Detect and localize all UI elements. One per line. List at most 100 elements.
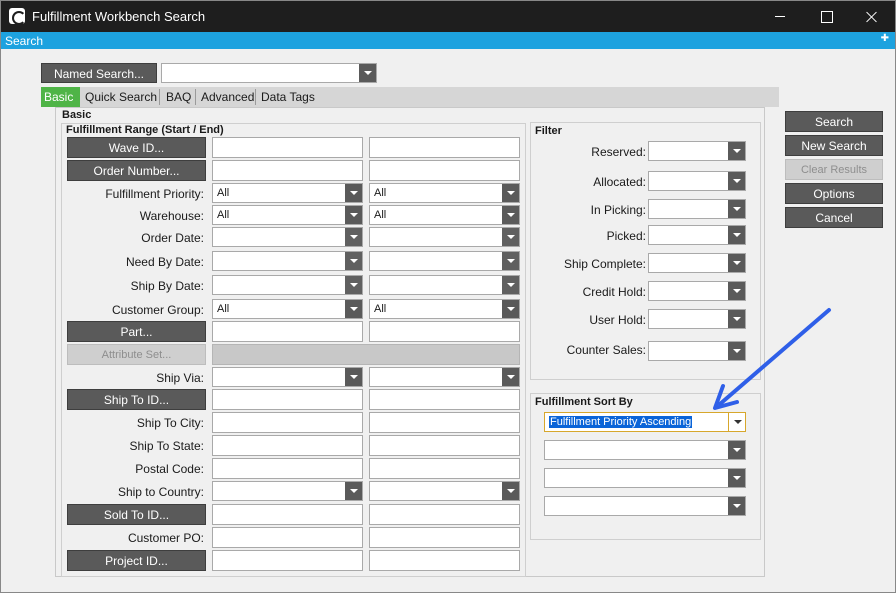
order-number-end-input[interactable]: [369, 160, 520, 181]
part-button[interactable]: Part...: [67, 321, 206, 342]
chevron-down-icon[interactable]: [345, 184, 362, 202]
order-date-end-picker[interactable]: [369, 227, 520, 247]
ship-to-id-start-input[interactable]: [212, 389, 363, 410]
ship-to-state-label: Ship To State:: [129, 439, 205, 453]
chevron-down-icon[interactable]: [345, 300, 362, 318]
sold-to-id-button[interactable]: Sold To ID...: [67, 504, 206, 525]
chevron-down-icon[interactable]: [502, 368, 519, 386]
customer-po-end-input[interactable]: [369, 527, 520, 548]
postal-code-end-input[interactable]: [369, 458, 520, 479]
tab-basic[interactable]: Basic: [41, 87, 80, 107]
chevron-down-icon[interactable]: [502, 300, 519, 318]
chevron-down-icon[interactable]: [502, 252, 519, 270]
postal-code-start-input[interactable]: [212, 458, 363, 479]
part-start-input[interactable]: [212, 321, 363, 342]
ship-to-state-end-input[interactable]: [369, 435, 520, 456]
customer-group-start-combo[interactable]: All: [212, 299, 363, 319]
chevron-down-icon[interactable]: [728, 172, 745, 190]
sort-by-4-combo[interactable]: [544, 496, 746, 516]
customer-group-label: Customer Group:: [111, 303, 204, 317]
wave-id-button[interactable]: Wave ID...: [67, 137, 206, 158]
chevron-down-icon[interactable]: [502, 184, 519, 202]
chevron-down-icon[interactable]: [345, 206, 362, 224]
chevron-down-icon[interactable]: [502, 482, 519, 500]
project-id-end-input[interactable]: [369, 550, 520, 571]
chevron-down-icon[interactable]: [728, 254, 745, 272]
wave-id-end-input[interactable]: [369, 137, 520, 158]
project-id-start-input[interactable]: [212, 550, 363, 571]
chevron-down-icon[interactable]: [345, 252, 362, 270]
chevron-down-icon[interactable]: [728, 441, 745, 459]
tab-quick-search[interactable]: Quick Search: [82, 87, 160, 107]
sort-by-2-combo[interactable]: [544, 440, 746, 460]
named-search-button[interactable]: Named Search...: [41, 63, 157, 83]
maximize-button[interactable]: [803, 1, 849, 32]
order-date-label: Order Date:: [141, 231, 204, 245]
ship-by-date-end-picker[interactable]: [369, 275, 520, 295]
ship-to-country-end-combo[interactable]: [369, 481, 520, 501]
named-search-combo[interactable]: [161, 63, 377, 83]
chevron-down-icon[interactable]: [345, 368, 362, 386]
chevron-down-icon[interactable]: [345, 276, 362, 294]
chevron-down-icon[interactable]: [345, 228, 362, 246]
ship-via-end-combo[interactable]: [369, 367, 520, 387]
customer-group-end-combo[interactable]: All: [369, 299, 520, 319]
ship-to-state-start-input[interactable]: [212, 435, 363, 456]
reserved-combo[interactable]: [648, 141, 746, 161]
chevron-down-icon[interactable]: [728, 200, 745, 218]
sold-to-id-start-input[interactable]: [212, 504, 363, 525]
ship-to-country-start-combo[interactable]: [212, 481, 363, 501]
ship-to-city-end-input[interactable]: [369, 412, 520, 433]
pin-icon[interactable]: ✚: [881, 33, 889, 44]
warehouse-start-combo[interactable]: All: [212, 205, 363, 225]
chevron-down-icon[interactable]: [728, 497, 745, 515]
allocated-combo[interactable]: [648, 171, 746, 191]
panel-header: Search ✚: [1, 32, 895, 49]
fulfillment-priority-end-combo[interactable]: All: [369, 183, 520, 203]
credit-hold-combo[interactable]: [648, 281, 746, 301]
wave-id-start-input[interactable]: [212, 137, 363, 158]
chevron-down-icon[interactable]: [728, 282, 745, 300]
tab-baq[interactable]: BAQ: [163, 87, 194, 107]
chevron-down-icon[interactable]: [359, 64, 376, 82]
ship-by-date-start-picker[interactable]: [212, 275, 363, 295]
chevron-down-icon[interactable]: [728, 226, 745, 244]
sold-to-id-end-input[interactable]: [369, 504, 520, 525]
order-number-start-input[interactable]: [212, 160, 363, 181]
in-picking-combo[interactable]: [648, 199, 746, 219]
ship-complete-combo[interactable]: [648, 253, 746, 273]
warehouse-end-combo[interactable]: All: [369, 205, 520, 225]
ship-to-city-start-input[interactable]: [212, 412, 363, 433]
chevron-down-icon[interactable]: [502, 206, 519, 224]
chevron-down-icon[interactable]: [728, 142, 745, 160]
project-id-button[interactable]: Project ID...: [67, 550, 206, 571]
part-end-input[interactable]: [369, 321, 520, 342]
close-button[interactable]: [849, 1, 895, 32]
chevron-down-icon[interactable]: [345, 482, 362, 500]
tab-data-tags[interactable]: Data Tags: [258, 87, 318, 107]
fulfillment-priority-start-combo[interactable]: All: [212, 183, 363, 203]
order-number-button[interactable]: Order Number...: [67, 160, 206, 181]
user-hold-label: User Hold:: [589, 313, 646, 327]
chevron-down-icon[interactable]: [728, 469, 745, 487]
attribute-set-field: [212, 344, 520, 365]
picked-combo[interactable]: [648, 225, 746, 245]
need-by-date-end-picker[interactable]: [369, 251, 520, 271]
sort-by-3-combo[interactable]: [544, 468, 746, 488]
minimize-button[interactable]: [757, 1, 803, 32]
customer-po-start-input[interactable]: [212, 527, 363, 548]
chevron-down-icon[interactable]: [502, 228, 519, 246]
chevron-down-icon[interactable]: [502, 276, 519, 294]
need-by-date-start-picker[interactable]: [212, 251, 363, 271]
ship-to-id-button[interactable]: Ship To ID...: [67, 389, 206, 410]
ship-to-id-end-input[interactable]: [369, 389, 520, 410]
ship-via-start-combo[interactable]: [212, 367, 363, 387]
allocated-label: Allocated:: [593, 175, 646, 189]
options-button[interactable]: Options: [785, 183, 883, 204]
filter-title: Filter: [535, 125, 562, 137]
new-search-button[interactable]: New Search: [785, 135, 883, 156]
cancel-button[interactable]: Cancel: [785, 207, 883, 228]
order-date-start-picker[interactable]: [212, 227, 363, 247]
tab-advanced[interactable]: Advanced: [198, 87, 257, 107]
search-button[interactable]: Search: [785, 111, 883, 132]
